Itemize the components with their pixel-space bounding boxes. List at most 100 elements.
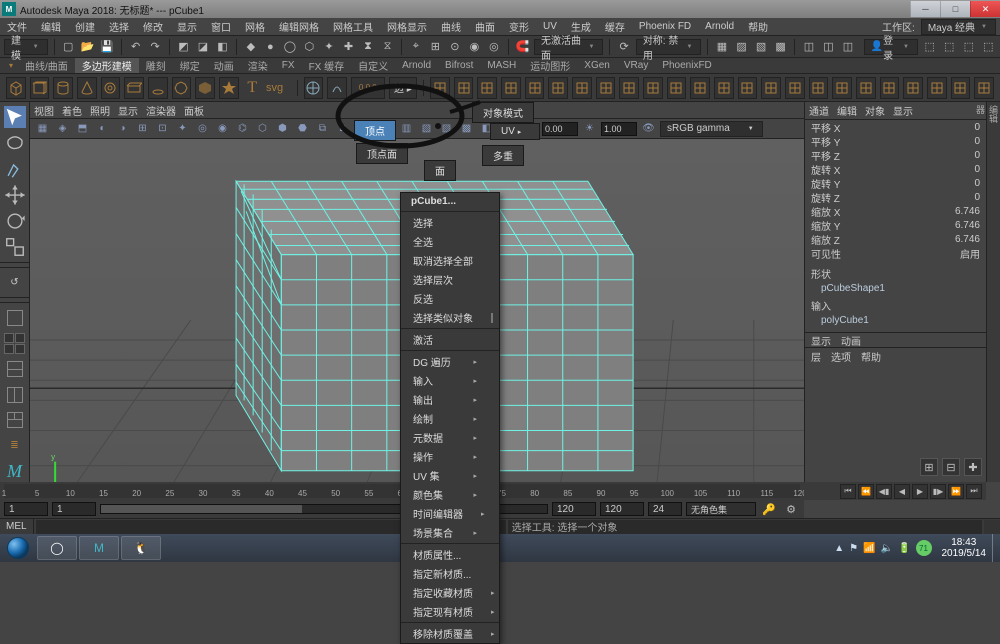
ctx-item[interactable]: 元数据▸ (401, 428, 499, 447)
shelf-poly-tool-23-icon[interactable] (974, 77, 994, 99)
layer-tab-display[interactable]: 显示 (811, 333, 831, 348)
menu-windows[interactable]: 窗口 (204, 19, 238, 34)
menu-set-select[interactable]: 建模 (4, 39, 48, 55)
channel-row[interactable]: 平移 Y0 (811, 134, 980, 148)
channel-row[interactable]: 平移 X0 (811, 120, 980, 134)
shelf-curve-icon[interactable] (327, 77, 347, 99)
workspace-select[interactable]: Maya 经典 (921, 19, 996, 35)
new-scene-icon[interactable]: ▢ (60, 38, 76, 56)
shelf-svg-icon[interactable]: svg (266, 80, 291, 96)
shelf-tab-fx[interactable]: FX (275, 60, 302, 71)
mel-label[interactable]: MEL (0, 519, 34, 534)
shelf-poly-tool-10-icon[interactable] (667, 77, 687, 99)
menu-curves[interactable]: 曲线 (434, 19, 468, 34)
shelf-tab-bifrost[interactable]: Bifrost (438, 60, 480, 71)
rotate-tool[interactable] (4, 210, 26, 232)
channel-value[interactable]: 0 (974, 192, 980, 203)
shelf-star-icon[interactable] (219, 77, 239, 99)
shelf-torus-icon[interactable] (101, 77, 121, 99)
shelf-superellipse-icon[interactable] (195, 77, 215, 99)
shelf-poly-tool-19-icon[interactable] (880, 77, 900, 99)
shape-node[interactable]: pCubeShape1 (805, 283, 986, 296)
ctx-item[interactable]: 移除材质覆盖▸ (401, 624, 499, 643)
vp-tool-8-icon[interactable]: ◎ (194, 120, 211, 137)
ctx-item[interactable]: 颜色集▸ (401, 485, 499, 504)
channel-row[interactable]: 旋转 X0 (811, 162, 980, 176)
vp-menu-lighting[interactable]: 照明 (90, 103, 110, 118)
shelf-type-icon[interactable]: T (243, 77, 262, 99)
vp-tool-13-icon[interactable]: ⬣ (294, 120, 311, 137)
store-4-icon[interactable]: ⬚ (981, 38, 997, 56)
render-setup-icon[interactable]: ▧ (753, 38, 769, 56)
vp-menu-renderer[interactable]: 渲染器 (146, 103, 176, 118)
component-uv-pill[interactable]: UV ▸ (490, 123, 540, 140)
vp-exposure-input[interactable]: 0.00 (542, 122, 578, 136)
shelf-tab-vray[interactable]: VRay (617, 60, 655, 71)
shelf-poly-tool-2-icon[interactable] (477, 77, 497, 99)
range-end-inner[interactable]: 120 (552, 502, 596, 516)
menu-edit[interactable]: 编辑 (34, 19, 68, 34)
menu-edit-mesh[interactable]: 编辑网格 (272, 19, 326, 34)
render-frame-icon[interactable]: ▦ (714, 38, 730, 56)
live-surf-icon[interactable]: 🧲 (515, 38, 531, 56)
channel-value[interactable]: 启用 (960, 246, 980, 261)
select-mode-hier-icon[interactable]: ◧ (215, 38, 231, 56)
system-tray[interactable]: ▲ ⚑ 📶 🔈 🔋 71 (830, 540, 935, 556)
menu-surfaces[interactable]: 曲面 (468, 19, 502, 34)
vp-tool-12-icon[interactable]: ⬢ (274, 120, 291, 137)
channel-value[interactable]: 6.746 (955, 206, 980, 217)
script-editor-button[interactable] (984, 520, 1000, 534)
step-back-key-icon[interactable]: ⏪ (858, 484, 874, 499)
menu-create[interactable]: 创建 (68, 19, 102, 34)
shelf-poly-tool-0-icon[interactable] (430, 77, 450, 99)
tray-bat-icon[interactable]: 🔋 (898, 543, 910, 554)
ctx-item[interactable]: 场景集合▸ (401, 523, 499, 542)
ctx-item[interactable]: UV 集▸ (401, 466, 499, 485)
layer-btn-1-icon[interactable]: ⊞ (920, 458, 938, 476)
cb-tab-edit[interactable]: 编辑 (837, 103, 857, 118)
vp-menu-show[interactable]: 显示 (118, 103, 138, 118)
move-tool[interactable] (4, 184, 26, 206)
shelf-poly-tool-8-icon[interactable] (619, 77, 639, 99)
shelf-cylinder-icon[interactable] (53, 77, 73, 99)
layer-btn-2-icon[interactable]: ⊟ (942, 458, 960, 476)
close-button[interactable]: ✕ (970, 1, 1000, 17)
lasso-tool[interactable] (4, 132, 26, 154)
layer-btn-3-icon[interactable]: ✚ (964, 458, 982, 476)
vp-tool-14-icon[interactable]: ⧉ (314, 120, 331, 137)
vp-tool-6-icon[interactable]: ⊡ (154, 120, 171, 137)
panel-ae-icon[interactable]: ◫ (821, 38, 837, 56)
layer-tab-anim[interactable]: 动画 (841, 333, 861, 348)
vp-tool-11-icon[interactable]: ⬡ (254, 120, 271, 137)
sel-mask-7-icon[interactable]: ⧗ (360, 38, 376, 56)
shelf-tab-anim[interactable]: 动画 (207, 58, 241, 73)
vp-menu-shading[interactable]: 着色 (62, 103, 82, 118)
vp-tool-15-icon[interactable]: ⧈ (334, 120, 351, 137)
maximize-button[interactable]: □ (940, 1, 970, 17)
snap-3-icon[interactable]: ⊙ (447, 38, 463, 56)
vp-gamma-input[interactable]: 1.00 (601, 122, 637, 136)
shelf-tab-phoenix[interactable]: PhoenixFD (655, 60, 718, 71)
range-start-outer[interactable]: 1 (4, 502, 48, 516)
shelf-poly-tool-6-icon[interactable] (572, 77, 592, 99)
channel-value[interactable]: 0 (974, 136, 980, 147)
tray-flag-icon[interactable]: ⚑ (849, 543, 858, 554)
four-pane-icon[interactable] (4, 333, 26, 355)
store-2-icon[interactable]: ⬚ (942, 38, 958, 56)
component-face-pill[interactable]: 面 (424, 160, 456, 181)
select-tool[interactable] (4, 106, 26, 128)
current-frame[interactable]: 24 (648, 502, 682, 516)
object-mode-pill[interactable]: 对象模式 (472, 102, 534, 123)
vp-gamma-icon[interactable]: ☀ (581, 120, 598, 137)
ctx-item[interactable]: 操作▸ (401, 447, 499, 466)
vp-tool-3-icon[interactable]: ◐ (94, 120, 111, 137)
shelf-poly-tool-12-icon[interactable] (714, 77, 734, 99)
snap-5-icon[interactable]: ◎ (486, 38, 502, 56)
vp-tool-2-icon[interactable]: ⬒ (74, 120, 91, 137)
play-back-icon[interactable]: ◀ (894, 484, 910, 499)
sel-mask-8-icon[interactable]: ⧖ (380, 38, 396, 56)
channel-value[interactable]: 0 (974, 164, 980, 175)
ctx-item[interactable]: 全选 (401, 232, 499, 251)
shelf-poly-tool-22-icon[interactable] (951, 77, 971, 99)
menu-arnold[interactable]: Arnold (698, 21, 741, 32)
